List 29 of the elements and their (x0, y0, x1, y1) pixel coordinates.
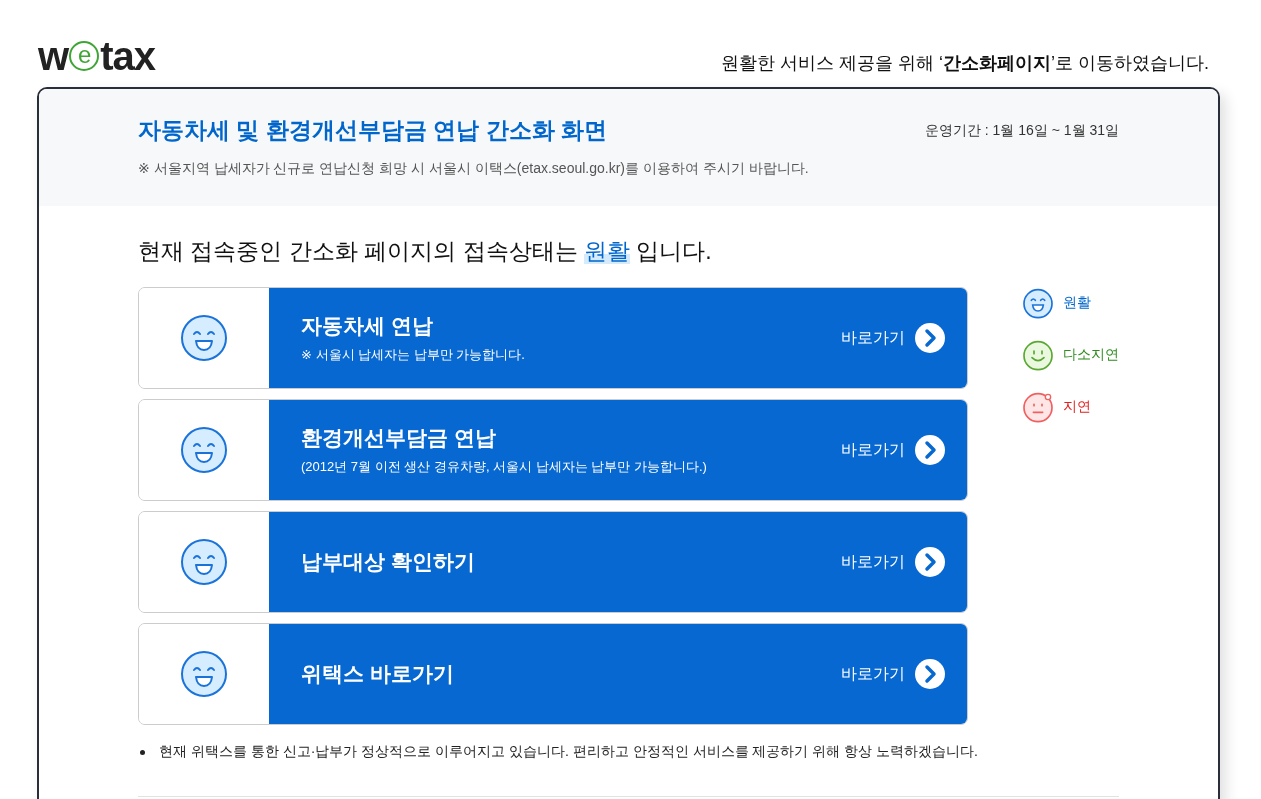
redirect-notice: 원활한 서비스 제공을 위해 ‘간소화페이지’로 이동하였습니다. (720, 52, 1209, 74)
period-text: 운영기간 : 1월 16일 ~ 1월 31일 (924, 121, 1119, 140)
service-title: 납부대상 확인하기 (301, 549, 476, 575)
bullet-icon (140, 749, 145, 755)
service-card[interactable]: 자동차세 연납 ※ 서울시 납세자는 납부만 가능합니다. 바로가기 (138, 287, 968, 389)
info-text: 현재 위택스를 통한 신고·납부가 정상적으로 이루어지고 있습니다. 편리하고 안정적인 서비스를 제공하기 위해 항상 노력하겠습니다. (159, 743, 978, 761)
service-card[interactable]: 환경개선부담금 연납 (2012년 7월 이전 생산 경유차량, 서울시 납세자는 납부만 가능합니다.) 바로가기 (138, 399, 968, 501)
service-title: 자동차세 연납 (301, 313, 434, 339)
chevron-right-icon (915, 659, 945, 689)
service-card[interactable]: 위택스 바로가기 바로가기 (138, 623, 968, 725)
service-subtitle: ※ 서울시 납세자는 납부만 가능합니다. (301, 346, 526, 364)
chevron-right-icon (915, 323, 945, 353)
service-card[interactable]: 납부대상 확인하기 바로가기 (138, 511, 968, 613)
shortcut-link[interactable]: 바로가기 (841, 663, 905, 685)
service-title: 위택스 바로가기 (301, 661, 455, 687)
chevron-right-icon (915, 435, 945, 465)
header-note: ※ 서울지역 납세자가 신규로 연납신청 희망 시 서울시 이택스(etax.seoul.go.kr)를 이용하여 주시기 바랍니다. (138, 160, 810, 178)
shortcut-link[interactable]: 바로가기 (841, 439, 905, 461)
legend-label: 지연 (1063, 398, 1091, 416)
service-subtitle: (2012년 7월 이전 생산 경유차량, 서울시 납세자는 납부만 가능합니다.) (301, 458, 708, 476)
page-title: 자동차세 및 환경개선부담금 연납 간소화 화면 (138, 116, 607, 145)
legend-label: 원활 (1063, 294, 1091, 312)
chevron-right-icon (915, 547, 945, 577)
shortcut-link[interactable]: 바로가기 (841, 327, 905, 349)
shortcut-link[interactable]: 바로가기 (841, 551, 905, 573)
logo[interactable]: w e tax (38, 39, 155, 73)
status-sentence: 현재 접속중인 간소화 페이지의 접속상태는 원활 입니다. (138, 237, 713, 266)
legend-label: 다소지연 (1063, 346, 1119, 364)
service-title: 환경개선부담금 연납 (301, 425, 497, 451)
